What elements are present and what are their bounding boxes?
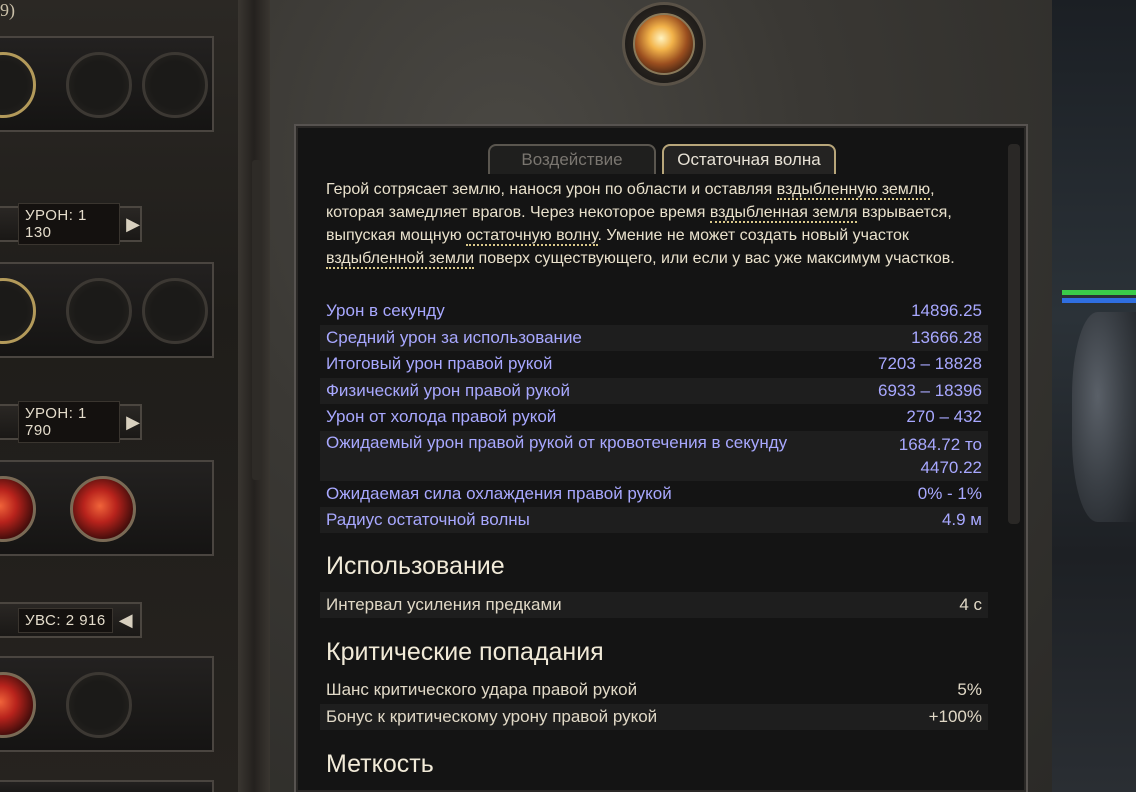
panel-caption: 9)	[0, 0, 15, 20]
stat-row: Урон в секунду 14896.25	[320, 298, 988, 324]
scrollbar[interactable]	[252, 160, 262, 480]
stat-value: 7203 – 18828	[878, 354, 982, 373]
stat-value: 4 с	[959, 595, 982, 614]
stat-row: Итоговый урон правой рукой 7203 – 18828	[320, 351, 988, 377]
skill-details-panel: Воздействие Остаточная волна Герой сотря…	[270, 0, 1052, 792]
stat-row: Ожидаемая сила охлаждения правой рукой 0…	[320, 481, 988, 507]
fire-gem-icon[interactable]	[70, 476, 136, 542]
stat-row: Средний урон за использование 13666.28	[320, 325, 988, 351]
skill-slot[interactable]	[142, 52, 208, 118]
keyword-link[interactable]: вздыбленная земля	[709, 204, 858, 223]
game-world-view	[1052, 0, 1136, 792]
stat-label: Ожидаемая сила охлаждения правой рукой	[326, 484, 672, 503]
skill-slot[interactable]	[0, 52, 36, 118]
section-title-accuracy: Меткость	[326, 750, 434, 778]
tab-bar: Воздействие Остаточная волна	[488, 144, 836, 174]
stat-row: Ожидаемый урон правой рукой от кровотече…	[320, 431, 988, 481]
damage-label: УРОН: 1 790	[18, 401, 121, 443]
fire-gem-icon[interactable]	[0, 672, 36, 738]
damage-bar[interactable]: УВС: 2 916 ◀	[0, 602, 142, 638]
stat-value: +100%	[928, 707, 982, 726]
stat-row: Урон от холода правой рукой 270 – 432	[320, 404, 988, 430]
stat-value: 5%	[957, 680, 982, 699]
stat-label: Интервал усиления предками	[326, 595, 562, 614]
stat-value: 14896.25	[911, 301, 982, 320]
skill-emblem-icon	[622, 2, 706, 86]
monster[interactable]	[1072, 312, 1136, 522]
stat-row: Радиус остаточной волны 4.9 м	[320, 507, 988, 533]
keyword-link[interactable]: вздыбленную землю	[776, 181, 931, 200]
stat-label: Итоговый урон правой рукой	[326, 354, 553, 373]
skill-description: Герой сотрясает землю, нанося урон по об…	[326, 181, 955, 269]
skill-slot-row	[0, 36, 214, 132]
skill-slot-row	[0, 262, 214, 358]
skill-slot[interactable]	[66, 672, 132, 738]
scrollbar[interactable]	[1008, 144, 1020, 524]
section-title-usage: Использование	[326, 552, 505, 580]
stat-value: 4.9 м	[941, 510, 982, 529]
skill-slot[interactable]	[66, 278, 132, 344]
stat-row: Шанс критического удара правой рукой 5%	[320, 677, 988, 703]
skill-tree-panel: 9) УРОН: 1 130 ▶ УРОН: 1 790 ▶ УВС: 2 91…	[0, 0, 270, 792]
skill-slot-row	[0, 780, 214, 792]
stat-value: 6933 – 18396	[878, 381, 982, 400]
stat-label: Урон в секунду	[326, 301, 445, 320]
stat-label: Физический урон правой рукой	[326, 381, 570, 400]
stat-value: 0% - 1%	[917, 484, 982, 503]
damage-label: УВС: 2 916	[18, 607, 113, 633]
skill-slot[interactable]	[142, 278, 208, 344]
stat-label: Радиус остаточной волны	[326, 510, 530, 529]
keyword-link[interactable]: остаточную волну	[466, 227, 598, 246]
damage-bar[interactable]: УРОН: 1 790 ▶	[0, 401, 142, 443]
stat-label: Ожидаемый урон правой рукой от кровотече…	[326, 433, 788, 452]
skill-slot-row	[0, 656, 214, 752]
stat-value: 1684.72 то 4470.22	[898, 435, 982, 477]
stat-label: Средний урон за использование	[326, 328, 582, 347]
section-title-crit: Критические попадания	[326, 638, 604, 666]
arrow-right-icon[interactable]: ▶	[126, 412, 140, 433]
stat-label: Бонус к критическому урону правой рукой	[326, 707, 658, 726]
fire-gem-icon[interactable]	[0, 476, 36, 542]
skill-slot[interactable]	[0, 278, 36, 344]
keyword-link[interactable]: вздыбленной земли	[326, 250, 475, 269]
skill-slot[interactable]	[66, 52, 132, 118]
arrow-right-icon[interactable]: ▶	[126, 214, 140, 235]
damage-bar[interactable]: УРОН: 1 130 ▶	[0, 203, 142, 245]
stat-row: Бонус к критическому урону правой рукой …	[320, 704, 988, 730]
damage-label: УРОН: 1 130	[18, 203, 121, 245]
tab-aftershock[interactable]: Остаточная волна	[662, 144, 836, 174]
stat-label: Шанс критического удара правой рукой	[326, 680, 638, 699]
mana-bar	[1062, 298, 1136, 303]
stat-row: Интервал усиления предками 4 с	[320, 592, 988, 618]
arrow-left-icon[interactable]: ◀	[119, 610, 133, 631]
health-bar	[1062, 290, 1136, 295]
stat-value: 13666.28	[911, 328, 982, 347]
stat-row: Физический урон правой рукой 6933 – 1839…	[320, 378, 988, 404]
tab-impact[interactable]: Воздействие	[488, 144, 656, 174]
stat-label: Урон от холода правой рукой	[326, 407, 557, 426]
stat-value: 270 – 432	[906, 407, 982, 426]
skill-slot-row	[0, 460, 214, 556]
